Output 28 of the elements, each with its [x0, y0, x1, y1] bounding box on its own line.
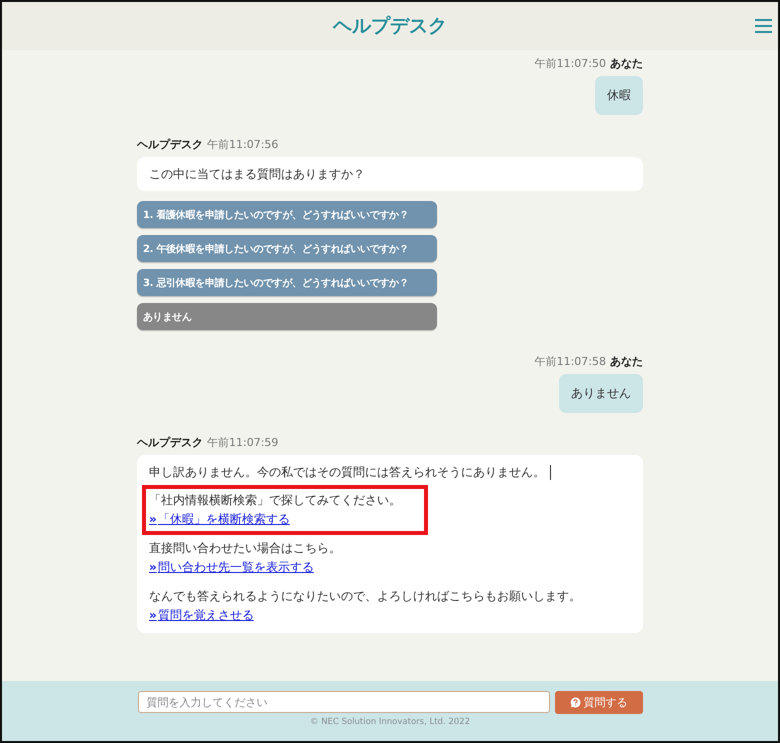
- choice-button[interactable]: ありません: [137, 303, 437, 330]
- question-icon: [570, 697, 580, 708]
- message-text: この中に当てはまる質問はありますか？: [149, 166, 365, 182]
- message-link[interactable]: »問い合わせ先一覧を表示する: [149, 559, 314, 576]
- sender-name: ヘルプデスク: [137, 137, 203, 152]
- message-time: 午前11:07:58: [534, 354, 606, 369]
- message-link[interactable]: »質問を覚えさせる: [149, 607, 254, 624]
- message-time: 午前11:07:50: [534, 56, 606, 71]
- user-message: 休暇: [595, 76, 643, 115]
- sender-name: ヘルプデスク: [137, 435, 203, 450]
- message-text: なんでも答えられるようになりたいので、よろしければこちらもお願いします。: [149, 588, 581, 604]
- choice-button[interactable]: 2. 午後休暇を申請したいのですが、どうすればいいですか？: [137, 235, 437, 262]
- message-text: 直接問い合わせたい場合はこちら。: [149, 540, 341, 556]
- choice-button[interactable]: 1. 看護休暇を申請したいのですが、どうすればいいですか？: [137, 201, 437, 228]
- message-time: 午前11:07:56: [207, 137, 278, 152]
- message-text: 「社内情報横断検索」で探してみてください。: [149, 492, 401, 508]
- question-input[interactable]: 質問を入力してください: [138, 691, 550, 713]
- app-title: ヘルプデスク: [333, 14, 447, 39]
- sender-name: あなた: [610, 56, 643, 71]
- copyright-text: © NEC Solution Innovators, Ltd. 2022: [310, 717, 470, 727]
- message-text: 申し訳ありません。今の私ではその質問には答えられそうにありません。: [149, 464, 551, 480]
- user-message: ありません: [559, 374, 643, 413]
- menu-icon[interactable]: [755, 19, 772, 33]
- sender-name: あなた: [610, 354, 643, 369]
- message-link[interactable]: »「休暇」を横断検索する: [149, 511, 290, 528]
- ask-button[interactable]: 質問する: [554, 691, 642, 714]
- choice-button[interactable]: 3. 忌引休暇を申請したいのですが、どうすればいいですか？: [137, 269, 437, 296]
- message-time: 午前11:07:59: [207, 435, 278, 450]
